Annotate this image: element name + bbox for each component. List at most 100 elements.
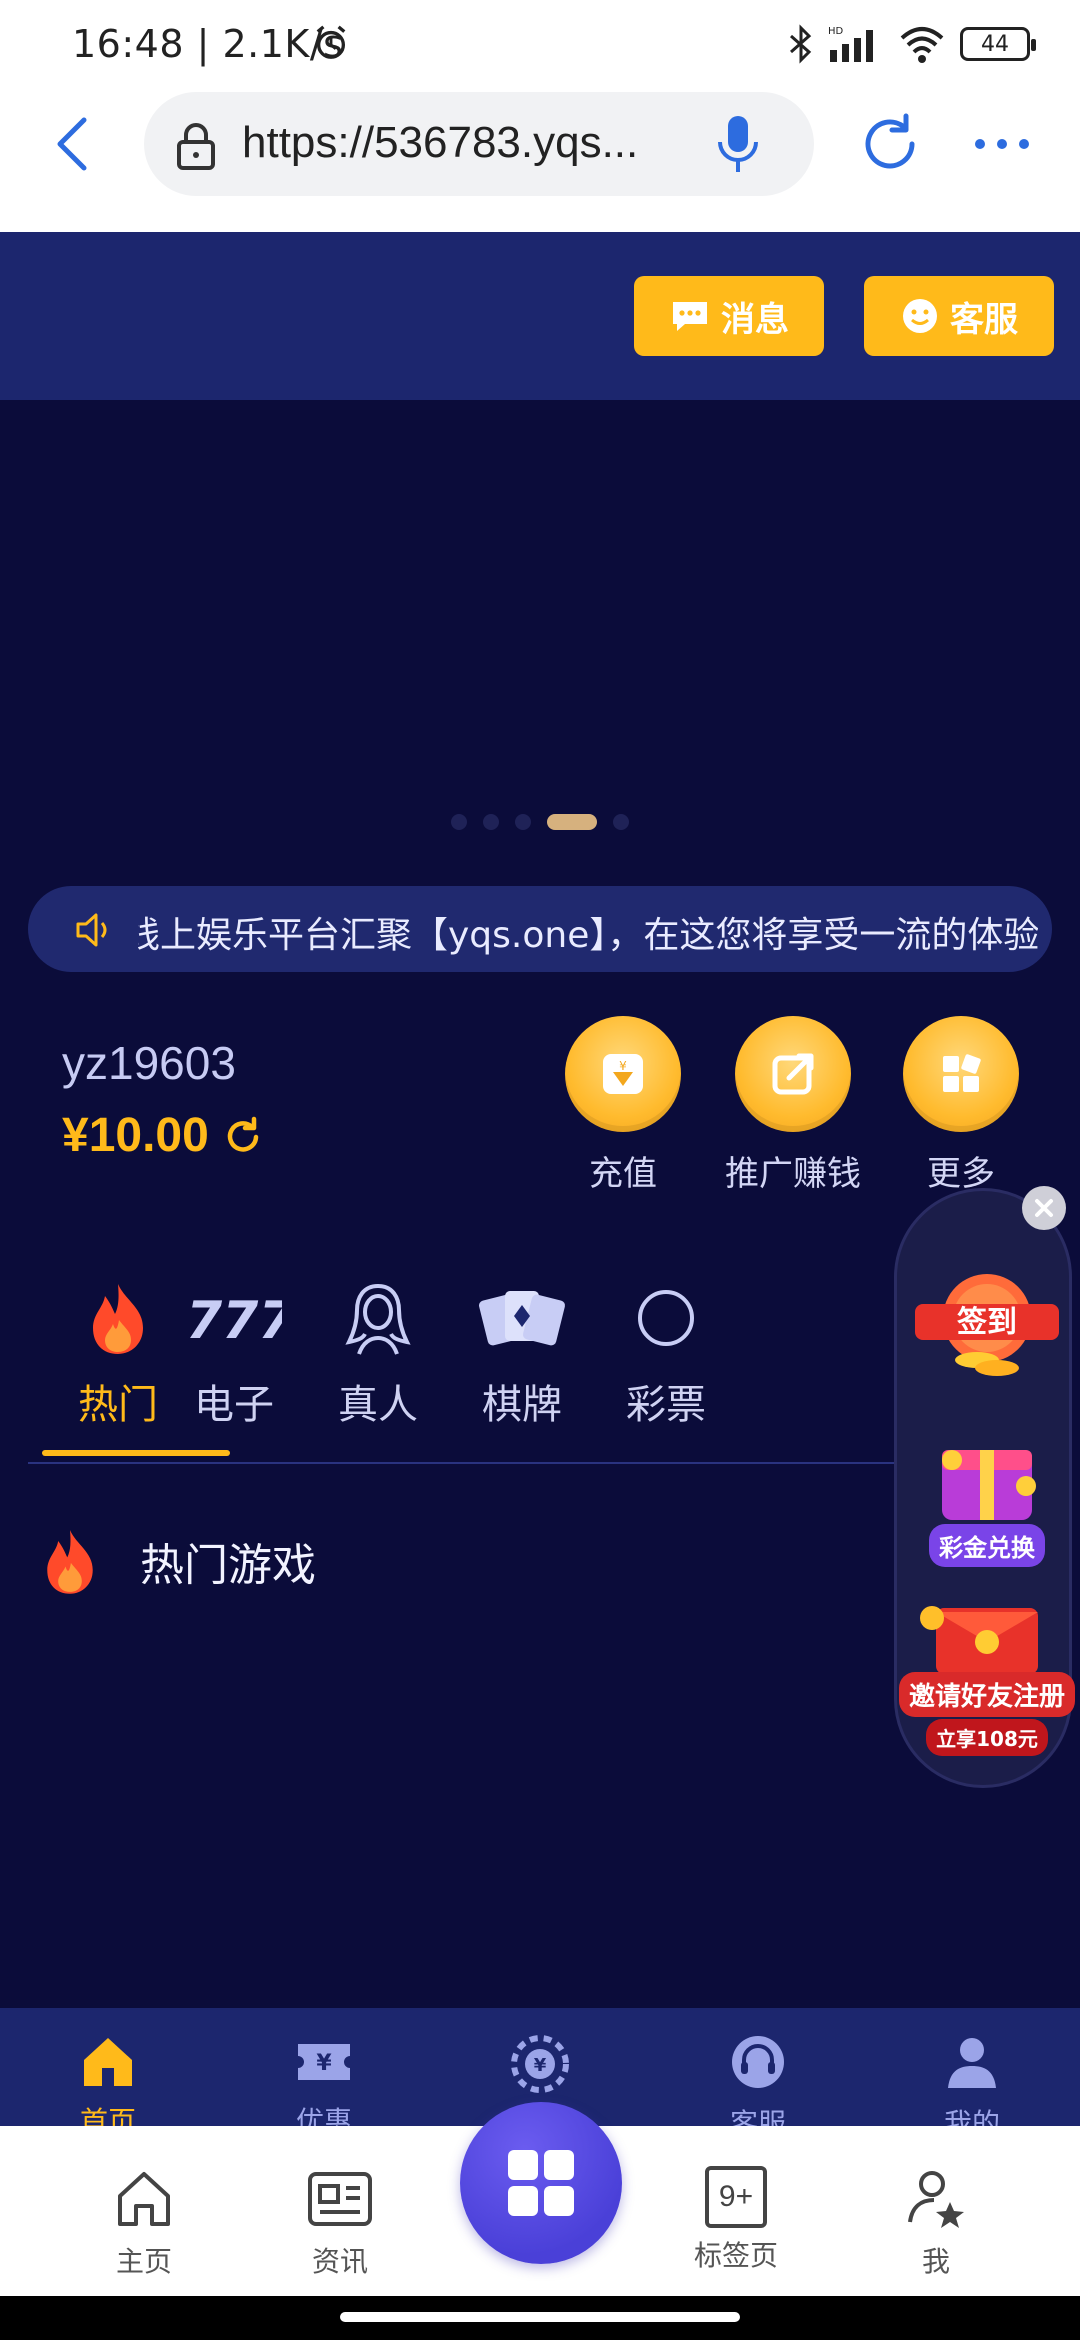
active-tab-indicator: [42, 1450, 230, 1456]
battery-level: 44: [981, 31, 1009, 57]
profile-star-icon: [908, 2171, 964, 2228]
more-label: 更多: [927, 1154, 995, 1194]
news-icon: [308, 2172, 372, 2226]
fire-icon: [47, 1530, 93, 1594]
section-title: 热门游戏: [140, 1540, 316, 1591]
apps-center-button[interactable]: [460, 2102, 622, 2264]
lock-icon: [177, 123, 215, 170]
chat-bubble-icon: [673, 302, 707, 331]
deposit-button[interactable]: ¥ 充值: [548, 1016, 698, 1195]
microphone-icon[interactable]: [710, 112, 766, 178]
browser-me-label: 我: [921, 2245, 950, 2278]
home-outline-icon: [118, 2172, 170, 2226]
woman-icon: [345, 1284, 411, 1355]
svg-text:¥: ¥: [619, 1059, 627, 1073]
status-time: 16:48 | 2.1K/s: [72, 22, 344, 66]
red-envelope-icon: [920, 1606, 1038, 1674]
alarm-icon: [316, 25, 346, 59]
battery-icon: 44: [960, 27, 1036, 61]
back-button[interactable]: [40, 112, 104, 176]
checkin-promo[interactable]: 签到: [902, 1262, 1072, 1382]
service-label: 客服: [950, 299, 1018, 340]
tab-lottery-label: 彩票: [626, 1382, 706, 1428]
customer-service-button[interactable]: 客服: [864, 276, 1054, 356]
invite-friends-promo[interactable]: 邀请好友注册 立享108元: [899, 1598, 1076, 1756]
browser-home-button[interactable]: 主页: [74, 2166, 214, 2280]
announcement-marquee[interactable]: 线上娱乐平台汇聚【yqs.one】，在这您将享受一流的体验: [28, 886, 1052, 972]
signal-icon: HD: [828, 26, 873, 62]
svg-text:¥: ¥: [316, 2051, 332, 2076]
bonus-exchange-label: 彩金兑换: [929, 1524, 1045, 1567]
close-promo-button[interactable]: [1022, 1186, 1066, 1230]
site-header: 消息 客服: [0, 232, 1080, 400]
reload-icon[interactable]: [858, 112, 922, 176]
nav-center[interactable]: ¥: [480, 2034, 600, 2098]
carousel-dot-active[interactable]: [547, 814, 597, 830]
grid-icon: [903, 1016, 1019, 1132]
status-icons: HD 44: [788, 22, 1036, 66]
tab-lottery[interactable]: 彩票: [576, 1280, 756, 1430]
svg-text:777: 777: [186, 1291, 282, 1348]
carousel-dot[interactable]: [613, 814, 629, 830]
nav-promotions[interactable]: ¥ 优惠: [264, 2034, 384, 2140]
status-bar: 16:48 | 2.1K/s HD 44: [0, 0, 1080, 88]
balance: ¥10.00: [62, 1108, 263, 1163]
speaker-icon: [76, 913, 107, 947]
grid-icon: [508, 2150, 574, 2216]
chip-icon: ¥: [511, 2035, 569, 2093]
svg-text:¥: ¥: [534, 2055, 547, 2076]
browser-tabs-label: 标签页: [693, 2239, 778, 2272]
browser-me-button[interactable]: 我: [866, 2166, 1006, 2280]
bonus-exchange-promo[interactable]: 彩金兑换: [902, 1420, 1072, 1567]
browser-news-button[interactable]: 资讯: [270, 2166, 410, 2280]
browser-toolbar: https://536783.yqs...: [0, 88, 1080, 232]
checkin-label: 签到: [957, 1305, 1017, 1340]
chevron-left-icon: [57, 117, 87, 171]
promote-label: 推广赚钱: [725, 1154, 861, 1194]
svg-text:HD: HD: [828, 26, 844, 37]
gift-box-icon: [942, 1450, 1036, 1520]
user-icon: [948, 2038, 996, 2088]
carousel-dot[interactable]: [483, 814, 499, 830]
more-menu-icon[interactable]: [970, 132, 1034, 156]
bluetooth-icon: [790, 24, 812, 64]
address-bar[interactable]: https://536783.yqs...: [144, 92, 814, 196]
headset-icon: [732, 2036, 784, 2088]
home-icon: [84, 2038, 132, 2086]
home-indicator[interactable]: [340, 2312, 740, 2322]
cards-icon: [479, 1291, 565, 1346]
coupon-icon: ¥: [298, 2044, 350, 2080]
fire-icon: [93, 1284, 143, 1354]
nav-home[interactable]: 首页: [48, 2034, 168, 2140]
url-text: https://536783.yqs...: [242, 118, 639, 167]
invite-friends-label: 邀请好友注册: [899, 1672, 1076, 1717]
browser-home-label: 主页: [115, 2245, 172, 2278]
carousel-dot[interactable]: [451, 814, 467, 830]
invite-reward-label: 立享108元: [926, 1719, 1048, 1756]
announcement-text: 线上娱乐平台汇聚【yqs.one】，在这您将享受一流的体验: [138, 915, 1038, 956]
wifi-icon: [900, 27, 944, 63]
hot-games-header: 热门游戏: [40, 1526, 316, 1596]
message-label: 消息: [721, 299, 789, 340]
more-button[interactable]: 更多: [886, 1016, 1036, 1195]
carousel-dots: [0, 814, 1080, 830]
tab-count: 9+: [718, 2180, 754, 2213]
share-icon: [735, 1016, 851, 1132]
deposit-label: 充值: [589, 1154, 657, 1194]
checkin-badge-icon: 签到: [915, 1274, 1059, 1376]
browser-tabs-button[interactable]: 9+ 标签页: [666, 2166, 806, 2274]
promote-earn-button[interactable]: 推广赚钱: [718, 1016, 868, 1195]
carousel-dot[interactable]: [515, 814, 531, 830]
deposit-icon: ¥: [565, 1016, 681, 1132]
banner-carousel[interactable]: [0, 400, 1080, 850]
close-icon: [1035, 1199, 1053, 1217]
refresh-icon[interactable]: [223, 1116, 263, 1156]
slot-777-icon: 777: [186, 1291, 282, 1348]
browser-news-label: 资讯: [311, 2245, 368, 2278]
username: yz19603: [62, 1037, 236, 1089]
lottery-icon: [638, 1290, 694, 1346]
tabs-icon: 9+: [705, 2166, 767, 2228]
message-button[interactable]: 消息: [634, 276, 824, 356]
balance-amount: ¥10.00: [62, 1109, 209, 1162]
smile-chat-icon: [903, 299, 937, 333]
